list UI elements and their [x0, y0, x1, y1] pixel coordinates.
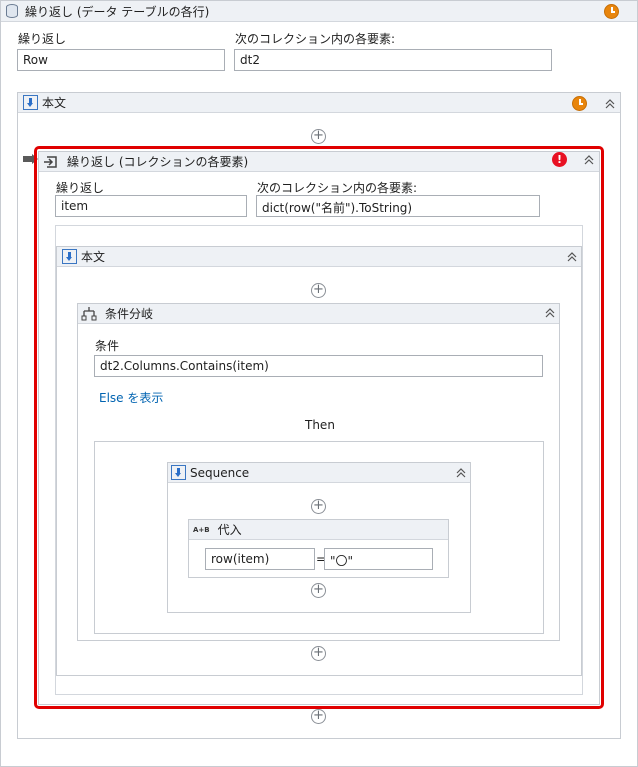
add-activity-button[interactable]: + [311, 709, 326, 724]
collapse-chevron-icon[interactable] [582, 153, 596, 167]
inner-iterator-label: 繰り返し [56, 181, 105, 195]
assign-title: 代入 [217, 523, 242, 537]
sequence-icon [23, 95, 38, 110]
then-label: Then [305, 418, 335, 432]
assign-to-input[interactable]: row(item) [205, 548, 315, 570]
if-title: 条件分岐 [105, 307, 154, 321]
inner-collection-label: 次のコレクション内の各要素: [257, 181, 418, 195]
error-icon[interactable]: ! [552, 152, 567, 167]
outer-collection-label: 次のコレクション内の各要素: [235, 32, 396, 46]
outer-body-header[interactable]: 本文 [18, 93, 620, 113]
sequence-icon [171, 465, 186, 480]
sequence-header[interactable]: Sequence [168, 463, 470, 483]
outer-iterator-label: 繰り返し [18, 32, 67, 46]
add-activity-button[interactable]: + [311, 583, 326, 598]
warning-clock-icon[interactable] [604, 4, 619, 19]
condition-label: 条件 [95, 339, 120, 353]
assign-value-input[interactable]: "〇" [324, 548, 433, 570]
collapse-chevron-icon[interactable] [543, 306, 557, 320]
add-activity-button[interactable]: + [311, 646, 326, 661]
assign-header[interactable]: A+B 代入 [189, 520, 448, 540]
show-else-link[interactable]: Else を表示 [99, 389, 163, 406]
inner-iterator-input[interactable]: item [55, 195, 247, 217]
if-branch-icon [81, 307, 97, 321]
outer-iterator-input[interactable]: Row [17, 49, 225, 71]
collapse-chevron-icon[interactable] [603, 97, 617, 111]
outer-body-title: 本文 [42, 96, 67, 110]
inner-collection-input[interactable]: dict(row("名前").ToString) [256, 195, 540, 217]
condition-input[interactable]: dt2.Columns.Contains(item) [94, 355, 543, 377]
if-header[interactable]: 条件分岐 [78, 304, 559, 324]
add-activity-button[interactable]: + [311, 499, 326, 514]
for-each-row-header[interactable]: 繰り返し (データ テーブルの各行) [1, 1, 637, 22]
for-each-row-title: 繰り返し (データ テーブルの各行) [25, 4, 210, 19]
collapse-chevron-icon[interactable] [454, 466, 468, 480]
add-activity-button[interactable]: + [311, 129, 326, 144]
assign-icon: A+B [193, 525, 210, 534]
collapse-chevron-icon[interactable] [565, 250, 579, 264]
inner-body-title: 本文 [81, 250, 106, 264]
sequence-title: Sequence [190, 465, 250, 480]
body-warning-clock-icon[interactable] [572, 96, 587, 111]
database-icon [6, 4, 18, 18]
sequence-icon [62, 249, 77, 264]
inner-body-header[interactable]: 本文 [57, 247, 581, 267]
outer-collection-input[interactable]: dt2 [234, 49, 552, 71]
add-activity-button[interactable]: + [311, 283, 326, 298]
